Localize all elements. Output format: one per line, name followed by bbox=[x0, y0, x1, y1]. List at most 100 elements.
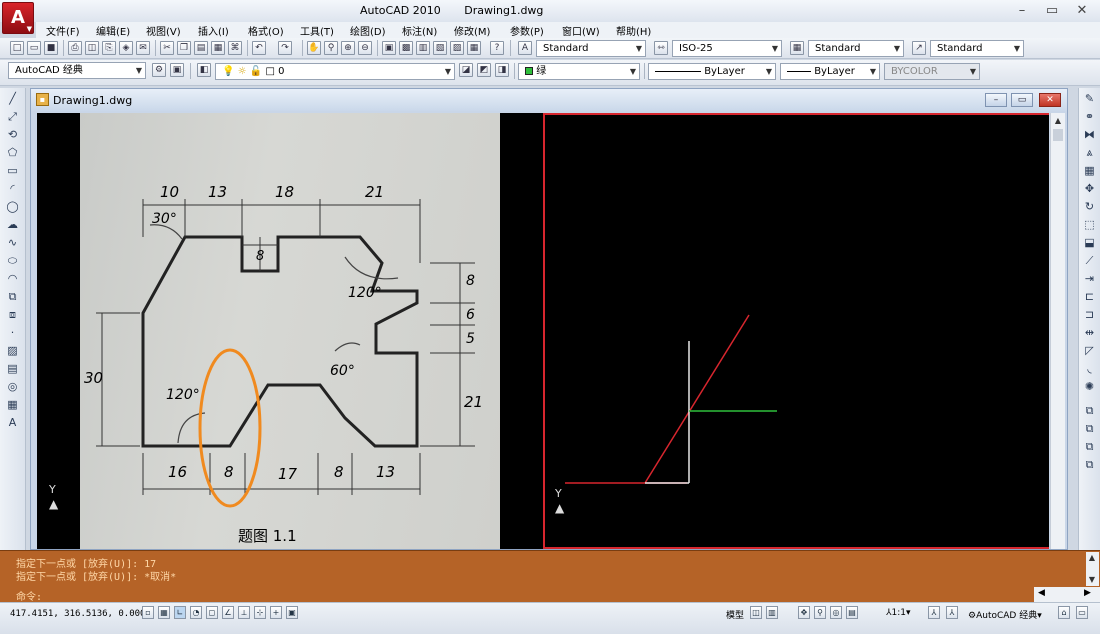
make-block-icon[interactable]: ⧈ bbox=[5, 308, 20, 322]
point-icon[interactable]: · bbox=[5, 326, 20, 340]
model-tab[interactable]: 模型 bbox=[726, 608, 744, 621]
dim-style-select[interactable]: ISO-25 ▼ bbox=[672, 40, 782, 57]
pan-icon[interactable]: ✋ bbox=[307, 41, 321, 55]
line-icon[interactable]: ╱ bbox=[5, 92, 20, 106]
minimize-button[interactable]: – bbox=[1008, 2, 1036, 20]
extend-icon[interactable]: ⇥ bbox=[1082, 272, 1097, 286]
open-icon[interactable]: ▭ bbox=[27, 41, 41, 55]
annotation-scale[interactable]: ⅄1:1▾ bbox=[886, 608, 911, 618]
multiline-text-icon[interactable]: A bbox=[5, 416, 20, 430]
grid-display-icon[interactable]: ▦ bbox=[158, 606, 170, 619]
bring-front-icon[interactable]: ⧉ bbox=[1082, 422, 1097, 436]
dynamic-input-icon[interactable]: ⊹ bbox=[254, 606, 266, 619]
scroll-thumb[interactable] bbox=[1053, 129, 1063, 141]
ortho-mode-icon[interactable]: ∟ bbox=[174, 606, 186, 619]
region-icon[interactable]: ◎ bbox=[5, 380, 20, 394]
layout-icon[interactable]: ◫ bbox=[750, 606, 762, 619]
snap-mode-icon[interactable]: ▫ bbox=[142, 606, 154, 619]
dim-style-icon[interactable]: ⇿ bbox=[654, 41, 668, 55]
menu-draw[interactable]: 绘图(D) bbox=[350, 23, 386, 38]
chamfer-icon[interactable]: ◸ bbox=[1082, 344, 1097, 358]
hatch-icon[interactable]: ▨ bbox=[5, 344, 20, 358]
annotation-visibility-icon[interactable]: ⅄ bbox=[928, 606, 940, 619]
redo-icon[interactable]: ↷ bbox=[278, 41, 292, 55]
new-icon[interactable]: □ bbox=[10, 41, 24, 55]
spline-icon[interactable]: ∿ bbox=[5, 236, 20, 250]
table-style-icon[interactable]: ▦ bbox=[790, 41, 804, 55]
object-snap-icon[interactable]: ◻ bbox=[206, 606, 218, 619]
menu-modify[interactable]: 修改(M) bbox=[454, 23, 490, 38]
ellipse-icon[interactable]: ⬭ bbox=[5, 254, 20, 268]
calculator-icon[interactable]: ▦ bbox=[467, 41, 481, 55]
erase-icon[interactable]: ✎ bbox=[1082, 92, 1097, 106]
workspace-select[interactable]: AutoCAD 经典 ▼ bbox=[8, 62, 146, 79]
restore-button[interactable]: ▭ bbox=[1038, 2, 1066, 20]
draw-order-icon[interactable]: ⧉ bbox=[1082, 404, 1097, 418]
multileader-style-select[interactable]: Standard ▼ bbox=[930, 40, 1024, 57]
mirror-icon[interactable]: ⧓ bbox=[1082, 128, 1097, 142]
text-style-select[interactable]: Standard ▼ bbox=[536, 40, 646, 57]
insert-block-icon[interactable]: ⧉ bbox=[5, 290, 20, 304]
undo-icon[interactable]: ↶ bbox=[252, 41, 266, 55]
help-icon[interactable]: ? bbox=[490, 41, 504, 55]
menu-tools[interactable]: 工具(T) bbox=[300, 23, 334, 38]
revision-cloud-icon[interactable]: ☁ bbox=[5, 218, 20, 232]
object-snap-tracking-icon[interactable]: ∠ bbox=[222, 606, 234, 619]
menu-edit[interactable]: 编辑(E) bbox=[96, 23, 130, 38]
lineweight-select[interactable]: ByLayer ▼ bbox=[780, 63, 880, 80]
break-at-point-icon[interactable]: ⇹ bbox=[1082, 326, 1097, 340]
model-space-canvas[interactable]: 10 13 18 21 16 8 17 8 13 8 6 5 21 30 8 3… bbox=[37, 113, 1049, 549]
menu-help[interactable]: 帮助(H) bbox=[616, 23, 651, 38]
tool-palettes-icon[interactable]: ▥ bbox=[416, 41, 430, 55]
print-icon[interactable]: ⎙ bbox=[68, 41, 82, 55]
close-button[interactable]: ✕ bbox=[1068, 2, 1096, 20]
save-icon[interactable]: ■ bbox=[44, 41, 58, 55]
publish-icon[interactable]: ⎘ bbox=[102, 41, 116, 55]
gradient-icon[interactable]: ▤ bbox=[5, 362, 20, 376]
scroll-up-icon[interactable]: ▲ bbox=[1086, 552, 1098, 564]
scroll-up-icon[interactable]: ▲ bbox=[1052, 115, 1064, 127]
paper-viewport[interactable]: Y ▲ bbox=[543, 113, 1049, 549]
linetype-select[interactable]: ByLayer ▼ bbox=[648, 63, 776, 80]
polar-tracking-icon[interactable]: ◔ bbox=[190, 606, 202, 619]
zoom-previous-icon[interactable]: ⊖ bbox=[358, 41, 372, 55]
clean-screen-icon[interactable]: ▭ bbox=[1076, 606, 1088, 619]
zoom-realtime-icon[interactable]: ⚲ bbox=[324, 41, 338, 55]
vertical-scrollbar[interactable]: ▲ bbox=[1050, 113, 1065, 549]
lineweight-icon[interactable]: + bbox=[270, 606, 282, 619]
polyline-icon[interactable]: ⟲ bbox=[5, 128, 20, 142]
polygon-icon[interactable]: ⬠ bbox=[5, 146, 20, 160]
workspace-settings-icon[interactable]: ⚙ bbox=[152, 63, 166, 77]
layer-previous-icon[interactable]: ◩ bbox=[477, 63, 491, 77]
workspace-switch[interactable]: ⚙AutoCAD 经典▾ bbox=[968, 608, 1042, 621]
doc-restore-button[interactable]: ▭ bbox=[1011, 93, 1033, 107]
move-icon[interactable]: ✥ bbox=[1082, 182, 1097, 196]
bring-above-icon[interactable]: ⧉ bbox=[1082, 458, 1097, 472]
quick-properties-icon[interactable]: ▣ bbox=[286, 606, 298, 619]
cut-icon[interactable]: ✂ bbox=[160, 41, 174, 55]
lock-icon[interactable]: ⌂ bbox=[1058, 606, 1070, 619]
ellipse-arc-icon[interactable]: ◠ bbox=[5, 272, 20, 286]
doc-minimize-button[interactable]: – bbox=[985, 93, 1007, 107]
dynamic-ucs-icon[interactable]: ⟂ bbox=[238, 606, 250, 619]
scroll-left-icon[interactable]: ◀ bbox=[1038, 588, 1045, 598]
menu-dimension[interactable]: 标注(N) bbox=[402, 23, 437, 38]
paste-icon[interactable]: ▤ bbox=[194, 41, 208, 55]
menu-format[interactable]: 格式(O) bbox=[248, 23, 284, 38]
stretch-icon[interactable]: ⬓ bbox=[1082, 236, 1097, 250]
table-icon[interactable]: ▦ bbox=[5, 398, 20, 412]
layer-select[interactable]: 💡 ☼ 🔓 □ 0 ▼ bbox=[215, 63, 455, 80]
menu-parametric[interactable]: 参数(P) bbox=[510, 23, 544, 38]
menu-view[interactable]: 视图(V) bbox=[146, 23, 181, 38]
doc-close-button[interactable]: ✕ bbox=[1039, 93, 1061, 107]
send-back-icon[interactable]: ⧉ bbox=[1082, 440, 1097, 454]
menu-file[interactable]: 文件(F) bbox=[46, 23, 80, 38]
steering-wheel-icon[interactable]: ◎ bbox=[830, 606, 842, 619]
rectangle-icon[interactable]: ▭ bbox=[5, 164, 20, 178]
construction-line-icon[interactable]: ⤢ bbox=[5, 110, 20, 124]
scroll-down-icon[interactable]: ▼ bbox=[1086, 574, 1098, 586]
array-icon[interactable]: ▦ bbox=[1082, 164, 1097, 178]
print-preview-icon[interactable]: ◫ bbox=[85, 41, 99, 55]
workspace-save-icon[interactable]: ▣ bbox=[170, 63, 184, 77]
showmotion-icon[interactable]: ▤ bbox=[846, 606, 858, 619]
